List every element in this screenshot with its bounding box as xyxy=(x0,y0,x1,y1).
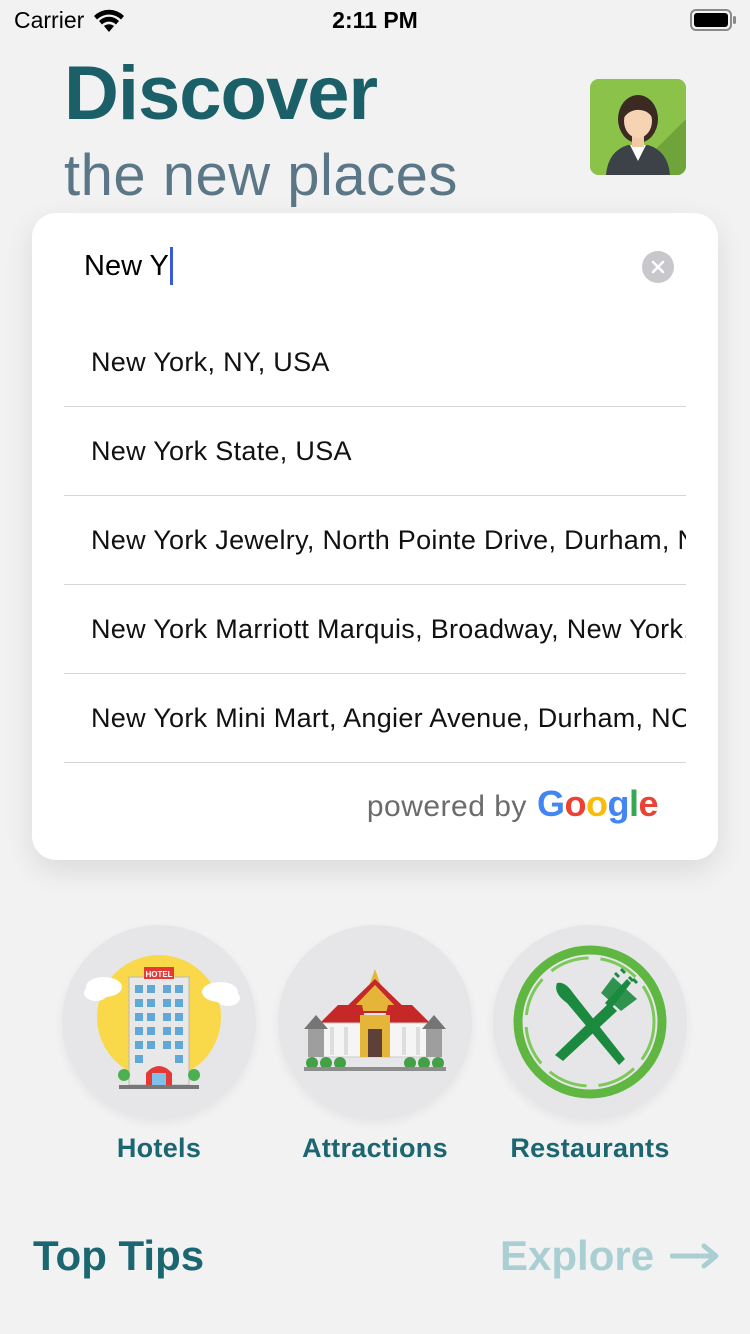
temple-icon xyxy=(304,969,446,1071)
status-bar: Carrier 2:11 PM xyxy=(0,0,750,40)
status-time: 2:11 PM xyxy=(332,7,418,33)
search-input[interactable]: New Y xyxy=(84,243,644,289)
explore-label: Explore xyxy=(500,1232,655,1279)
top-tips-heading: Top Tips xyxy=(33,1232,205,1279)
page-title: Discover xyxy=(64,51,378,136)
attractions-label: Attractions xyxy=(302,1133,448,1163)
text-caret xyxy=(169,247,173,285)
google-logo-letter: G xyxy=(536,783,565,824)
attractions-circle xyxy=(278,925,472,1119)
hotel-sign-text: HOTEL xyxy=(145,970,172,979)
restaurants-label: Restaurants xyxy=(510,1133,670,1163)
search-result-item[interactable]: New York Marriott Marquis, Broadway, New… xyxy=(64,585,686,674)
powered-by-label: powered by xyxy=(366,790,527,823)
page-subtitle: the new places xyxy=(64,143,458,208)
avatar[interactable] xyxy=(590,79,686,175)
google-logo-letter: e xyxy=(638,783,658,824)
search-autocomplete-card: New Y New York, NY, USA New York State, … xyxy=(32,213,718,860)
search-result-item[interactable]: New York Jewelry, North Pointe Drive, Du… xyxy=(64,496,686,585)
category-restaurants[interactable]: Restaurants xyxy=(493,925,687,1164)
category-hotels[interactable]: HOTEL Hotels xyxy=(62,925,256,1164)
hotels-circle: HOTEL xyxy=(62,925,256,1119)
google-logo-letter: o xyxy=(585,783,608,824)
powered-by-google: powered by Google xyxy=(366,783,659,825)
search-result-item[interactable]: New York Mini Mart, Angier Avenue, Durha… xyxy=(64,674,686,763)
search-result-item[interactable]: New York State, USA xyxy=(64,407,686,496)
google-logo-letter: o xyxy=(564,783,586,824)
search-result-item[interactable]: New York, NY, USA xyxy=(64,318,686,407)
battery-icon xyxy=(690,9,736,31)
user-avatar-icon xyxy=(590,79,686,175)
search-results-list: New York, NY, USA New York State, USA Ne… xyxy=(64,318,686,763)
google-logo-letter: g xyxy=(607,783,629,824)
close-icon xyxy=(651,260,665,274)
fork-knife-icon xyxy=(513,945,667,1099)
explore-button[interactable]: Explore xyxy=(500,1232,720,1280)
hotels-label: Hotels xyxy=(116,1133,202,1163)
restaurants-circle xyxy=(493,925,687,1119)
hotel-icon: HOTEL xyxy=(84,955,240,1089)
clear-search-button[interactable] xyxy=(642,251,674,283)
google-logo: Google xyxy=(536,783,659,825)
search-input-value: New Y xyxy=(84,249,169,282)
category-attractions[interactable]: Attractions xyxy=(278,925,472,1164)
arrow-right-icon xyxy=(670,1243,719,1269)
